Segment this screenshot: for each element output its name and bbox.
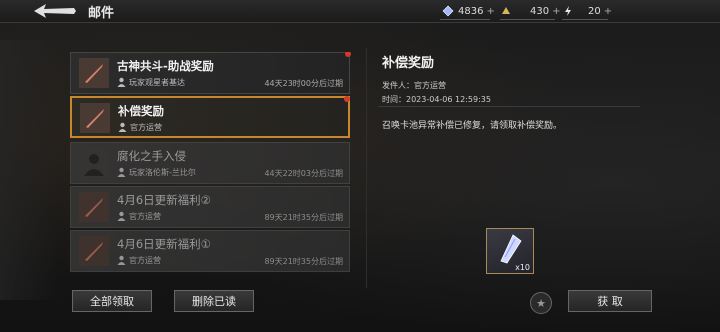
panel-divider (366, 48, 367, 288)
top-bar: 邮件 4836 + 430 + 20 + (0, 0, 720, 23)
resource-energy[interactable]: 20 + (562, 3, 612, 19)
resource-diamond[interactable]: 4836 + (442, 3, 495, 19)
mail-expire: 89天21时35分后过期 (264, 257, 343, 266)
diamond-value: 4836 (458, 5, 484, 17)
delete-read-button[interactable]: 删除已读 (174, 290, 254, 312)
mail-sender: 官方运营 (129, 212, 161, 221)
page-title: 邮件 (88, 6, 115, 21)
sword-icon (80, 103, 110, 133)
claim-button[interactable]: 获 取 (568, 290, 652, 312)
mail-title: 补偿奖励 (118, 104, 164, 118)
detail-time: 时间：2023-04-06 12:59:35 (382, 95, 491, 104)
claim-all-button[interactable]: 全部领取 (72, 290, 152, 312)
mail-title: 4月6日更新福利② (117, 193, 211, 207)
attachment-qty: x10 (515, 263, 530, 272)
mail-item[interactable]: 4月6日更新福利② 官方运营 89天21时35分后过期 (70, 186, 350, 228)
gold-icon (502, 7, 510, 14)
user-icon (117, 255, 126, 265)
mail-title: 腐化之手入侵 (117, 149, 186, 163)
mail-item[interactable]: 古神共斗-助战奖励 玩家观星者基达 44天23时00分后过期 (70, 52, 351, 94)
unread-dot (344, 96, 350, 102)
avatar-icon (79, 148, 109, 178)
star-icon[interactable]: ★ (530, 292, 552, 314)
mail-sender: 玩家洛伦斯-兰比尔 (129, 168, 196, 177)
mail-sender: 官方运营 (130, 123, 162, 132)
user-icon (118, 122, 127, 132)
mail-item[interactable]: 补偿奖励 官方运营 (70, 96, 350, 138)
lightning-icon (565, 6, 571, 16)
side-decoration (0, 40, 60, 300)
crystal-item-icon (500, 234, 522, 264)
mail-item[interactable]: 腐化之手入侵 玩家洛伦斯-兰比尔 44天22时03分后过期 (70, 142, 350, 184)
gold-value: 430 (530, 5, 550, 17)
mail-title: 4月6日更新福利① (117, 237, 211, 251)
mail-sender: 官方运营 (129, 256, 161, 265)
unread-dot (345, 52, 351, 57)
mail-expire: 89天21时35分后过期 (264, 213, 343, 222)
detail-sender: 发件人：官方运营 (382, 81, 446, 90)
sword-icon (79, 236, 109, 266)
detail-body: 召唤卡池异常补偿已修复，请领取补偿奖励。 (382, 121, 563, 131)
divider (378, 106, 640, 107)
detail-title: 补偿奖励 (382, 56, 435, 71)
mail-list[interactable]: 古神共斗-助战奖励 玩家观星者基达 44天23时00分后过期 补偿奖励 官方运营… (70, 52, 352, 274)
plus-icon[interactable]: + (486, 6, 494, 17)
diamond-icon (442, 5, 454, 17)
attachment-item[interactable]: x10 (486, 228, 534, 274)
mail-expire: 44天23时00分后过期 (264, 79, 343, 88)
back-arrow-icon[interactable] (30, 2, 78, 20)
mail-sender: 玩家观星者基达 (129, 78, 185, 87)
plus-icon[interactable]: + (552, 6, 560, 17)
user-icon (117, 167, 126, 177)
mail-expire: 44天22时03分后过期 (264, 169, 343, 178)
energy-value: 20 (588, 5, 601, 17)
sword-icon (79, 192, 109, 222)
resource-gold[interactable]: 430 + (500, 3, 560, 19)
user-icon (117, 211, 126, 221)
sword-icon (79, 58, 109, 88)
plus-icon[interactable]: + (604, 6, 612, 17)
mail-item[interactable]: 4月6日更新福利① 官方运营 89天21时35分后过期 (70, 230, 350, 272)
mail-title: 古神共斗-助战奖励 (117, 59, 214, 73)
user-icon (117, 77, 126, 87)
